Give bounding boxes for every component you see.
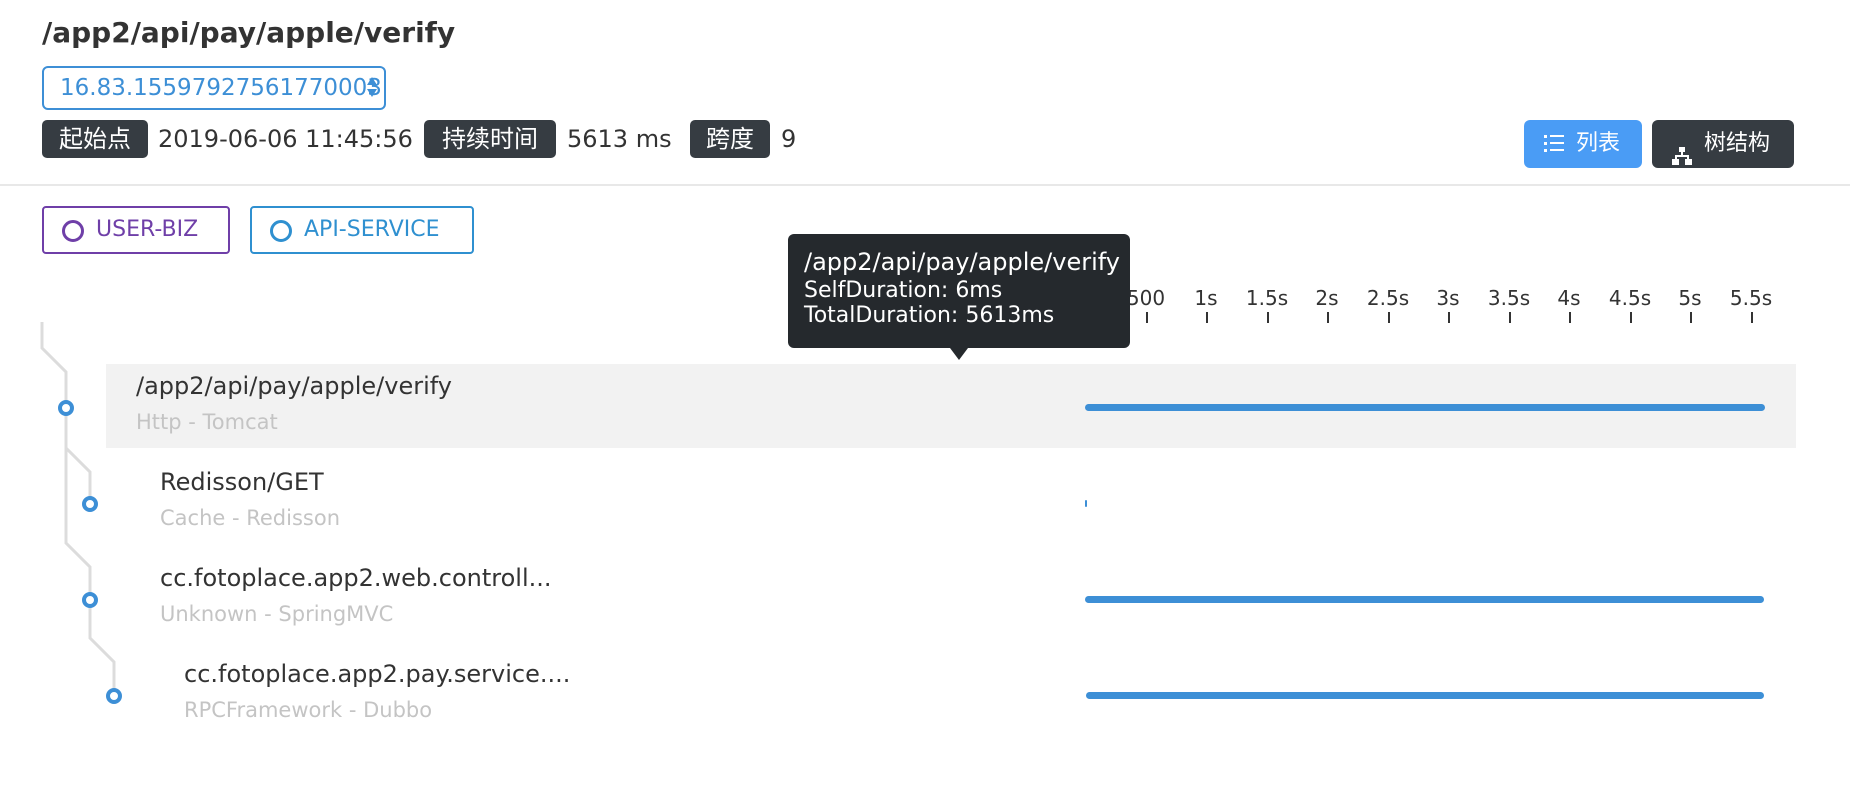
span-duration-bar[interactable] [1085,404,1765,411]
timeline-tick-mark [1751,312,1753,323]
timeline-tick-mark [1509,312,1511,323]
span-node-dot [58,400,74,416]
timeline-tick-mark [1630,312,1632,323]
span-node-dot [106,688,122,704]
span-type: Unknown - SpringMVC [160,602,394,626]
span-count-value: 9 [781,125,797,153]
timeline-tick-mark [1146,312,1148,323]
timeline-tick-label: 2.5s [1366,286,1410,310]
tree-view-label: 树结构 [1704,131,1771,156]
timeline-tick-mark [1690,312,1692,323]
timeline-tick-label: 5s [1678,286,1702,310]
sitemap-icon [1672,135,1692,165]
timeline-tick-label: 1.5s [1245,286,1289,310]
span-duration-bar[interactable] [1085,596,1764,603]
span-name[interactable]: cc.fotoplace.app2.pay.service.... [184,660,570,688]
timeline-tick-label: 3s [1436,286,1460,310]
header-divider [0,184,1850,186]
tooltip-total-duration: TotalDuration: 5613ms [804,303,1055,328]
timeline-tick-label: 4s [1557,286,1581,310]
span-tooltip: /app2/api/pay/apple/verify SelfDuration:… [788,234,1130,348]
list-view-button[interactable]: 列表 [1524,120,1642,168]
span-type: Http - Tomcat [136,410,278,434]
duration-value: 5613 ms [567,125,672,153]
span-duration-bar[interactable] [1085,500,1087,507]
start-time-value: 2019-06-06 11:45:56 [158,125,413,153]
timeline-tick-label: 1s [1194,286,1218,310]
span-name[interactable]: cc.fotoplace.app2.web.controll... [160,564,552,592]
tooltip-arrow [950,348,968,360]
span-type: RPCFramework - Dubbo [184,698,433,722]
span-name[interactable]: /app2/api/pay/apple/verify [136,372,452,400]
circle-icon [270,220,292,242]
duration-label: 持续时间 [424,120,556,158]
service-name: API-SERVICE [304,217,440,242]
timeline-tick-mark [1327,312,1329,323]
span-count-label: 跨度 [690,120,770,158]
span-name[interactable]: Redisson/GET [160,468,324,496]
span-duration-bar[interactable] [1085,692,1765,699]
list-icon [1544,135,1564,153]
timeline-tick-label: 5.5s [1729,286,1773,310]
timeline-tick-label: 4.5s [1608,286,1652,310]
timeline-tick-mark [1206,312,1208,323]
timeline-tick-mark [1388,312,1390,323]
span-type: Cache - Redisson [160,506,341,530]
timeline-tick-mark [1569,312,1571,323]
select-arrows-icon [366,75,378,101]
service-tag-api-service[interactable]: API-SERVICE [250,206,474,254]
tree-view-button[interactable]: 树结构 [1652,120,1794,168]
span-node-dot [82,592,98,608]
timeline-tick-mark [1448,312,1450,323]
span-node-dot [82,496,98,512]
timeline-tick-label: 500 [1126,286,1166,310]
timeline-tick-mark [1267,312,1269,323]
timeline-tick-label: 3.5s [1487,286,1531,310]
tooltip-title: /app2/api/pay/apple/verify [804,248,1120,276]
tooltip-self-duration: SelfDuration: 6ms [804,278,1003,303]
timeline-tick-label: 2s [1315,286,1339,310]
list-view-label: 列表 [1576,131,1621,156]
